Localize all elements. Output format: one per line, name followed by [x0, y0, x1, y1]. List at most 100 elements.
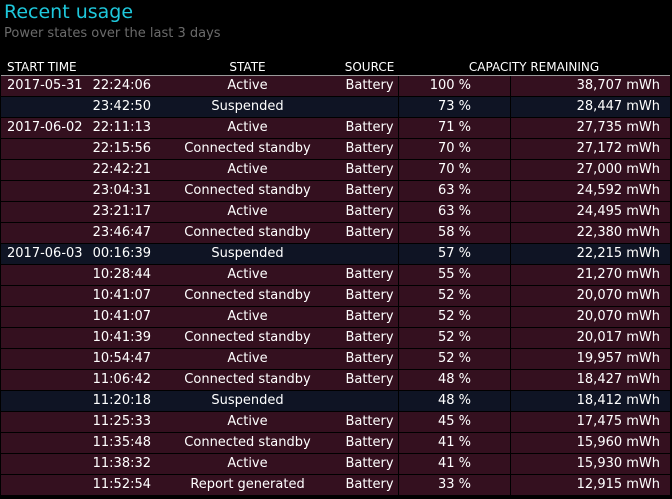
table-row: 23:42:50 Suspended 73 % 28,447 mWh [1, 97, 671, 118]
cell-state: Active [154, 160, 342, 181]
cell-date [1, 265, 87, 286]
table-row: 11:06:42 Connected standby Battery 48 % 18,4… [1, 370, 671, 391]
cell-percent: 41 % [398, 433, 511, 454]
cell-capacity-mwh: 22,380 mWh [510, 223, 671, 244]
cell-time: 11:38:32 [87, 454, 155, 475]
cell-source: Battery [341, 181, 399, 202]
cell-date [1, 370, 87, 391]
cell-source: Battery [341, 223, 399, 244]
cell-source: Battery [341, 118, 399, 139]
cell-percent: 57 % [398, 244, 511, 265]
cell-time: 23:42:50 [87, 97, 155, 118]
cell-time: 11:25:33 [87, 412, 155, 433]
table-row: 11:25:33 Active Battery 45 % 17,475 mWh [1, 412, 671, 433]
table-row: 22:42:21 Active Battery 70 % 27,000 mWh [1, 160, 671, 181]
cell-state: Suspended [154, 391, 342, 412]
cell-capacity-mwh: 38,707 mWh [510, 76, 671, 97]
cell-percent: 63 % [398, 202, 511, 223]
table-row: 10:41:39 Connected standby Battery 52 % 20,0… [1, 328, 671, 349]
cell-percent: 63 % [398, 181, 511, 202]
cell-state: Connected standby [154, 328, 342, 349]
cell-percent: 33 % [398, 475, 511, 496]
column-header-capacity-remaining: CAPACITY REMAINING [398, 59, 671, 76]
cell-capacity-mwh: 27,000 mWh [510, 160, 671, 181]
cell-capacity-mwh: 18,427 mWh [510, 370, 671, 391]
cell-time: 10:41:07 [87, 307, 155, 328]
cell-source: Battery [341, 412, 399, 433]
table-row: 2017-06-02 22:11:13 Active Battery 71 % 27,73… [1, 118, 671, 139]
cell-capacity-mwh: 22,215 mWh [510, 244, 671, 265]
cell-state: Connected standby [154, 433, 342, 454]
table-row: 2017-05-31 22:24:06 Active Battery 100 % 38,7… [1, 76, 671, 97]
cell-date [1, 223, 87, 244]
cell-state: Active [154, 118, 342, 139]
table-row: 10:28:44 Active Battery 55 % 21,270 mWh [1, 265, 671, 286]
table-row: 11:35:48 Connected standby Battery 41 % 15,9… [1, 433, 671, 454]
cell-capacity-mwh: 24,592 mWh [510, 181, 671, 202]
cell-capacity-mwh: 20,070 mWh [510, 307, 671, 328]
cell-source: Battery [341, 265, 399, 286]
cell-capacity-mwh: 15,930 mWh [510, 454, 671, 475]
cell-state: Active [154, 454, 342, 475]
cell-percent: 45 % [398, 412, 511, 433]
cell-date [1, 391, 87, 412]
cell-state: Active [154, 76, 342, 97]
table-row: 10:54:47 Active Battery 52 % 19,957 mWh [1, 349, 671, 370]
cell-date [1, 307, 87, 328]
table-row: 10:41:07 Active Battery 52 % 20,070 mWh [1, 307, 671, 328]
cell-source: Battery [341, 286, 399, 307]
cell-time: 11:06:42 [87, 370, 155, 391]
cell-source [341, 391, 399, 412]
cell-date [1, 328, 87, 349]
table-row: 23:21:17 Active Battery 63 % 24,495 mWh [1, 202, 671, 223]
cell-state: Active [154, 412, 342, 433]
cell-date [1, 475, 87, 496]
cell-percent: 73 % [398, 97, 511, 118]
cell-percent: 48 % [398, 370, 511, 391]
column-header-source: SOURCE [341, 59, 399, 76]
cell-percent: 52 % [398, 307, 511, 328]
cell-time: 11:35:48 [87, 433, 155, 454]
cell-date [1, 454, 87, 475]
cell-time: 23:21:17 [87, 202, 155, 223]
cell-source [341, 244, 399, 265]
table-row: 11:52:54 Report generated Battery 33 % 12,91… [1, 475, 671, 496]
cell-time: 10:28:44 [87, 265, 155, 286]
cell-state: Report generated [154, 475, 342, 496]
cell-date: 2017-06-03 [1, 244, 87, 265]
cell-capacity-mwh: 21,270 mWh [510, 265, 671, 286]
cell-percent: 41 % [398, 454, 511, 475]
cell-time: 22:24:06 [87, 76, 155, 97]
cell-time: 00:16:39 [87, 244, 155, 265]
cell-source: Battery [341, 475, 399, 496]
usage-table: START TIME STATE SOURCE CAPACITY REMAINI… [1, 59, 671, 496]
cell-date [1, 433, 87, 454]
cell-source: Battery [341, 160, 399, 181]
cell-capacity-mwh: 19,957 mWh [510, 349, 671, 370]
cell-time: 10:54:47 [87, 349, 155, 370]
table-row: 11:20:18 Suspended 48 % 18,412 mWh [1, 391, 671, 412]
cell-state: Suspended [154, 97, 342, 118]
cell-state: Connected standby [154, 223, 342, 244]
cell-date [1, 286, 87, 307]
cell-state: Connected standby [154, 181, 342, 202]
cell-capacity-mwh: 20,070 mWh [510, 286, 671, 307]
cell-time: 10:41:39 [87, 328, 155, 349]
table-row: 23:46:47 Connected standby Battery 58 % 22,3… [1, 223, 671, 244]
cell-date: 2017-06-02 [1, 118, 87, 139]
cell-source: Battery [341, 76, 399, 97]
cell-time: 11:52:54 [87, 475, 155, 496]
cell-capacity-mwh: 17,475 mWh [510, 412, 671, 433]
cell-source: Battery [341, 307, 399, 328]
cell-source: Battery [341, 328, 399, 349]
cell-capacity-mwh: 27,172 mWh [510, 139, 671, 160]
cell-percent: 52 % [398, 349, 511, 370]
cell-state: Active [154, 265, 342, 286]
cell-time: 22:42:21 [87, 160, 155, 181]
cell-percent: 48 % [398, 391, 511, 412]
cell-date [1, 97, 87, 118]
cell-date [1, 160, 87, 181]
cell-capacity-mwh: 24,495 mWh [510, 202, 671, 223]
table-row: 22:15:56 Connected standby Battery 70 % 27,1… [1, 139, 671, 160]
cell-source: Battery [341, 349, 399, 370]
